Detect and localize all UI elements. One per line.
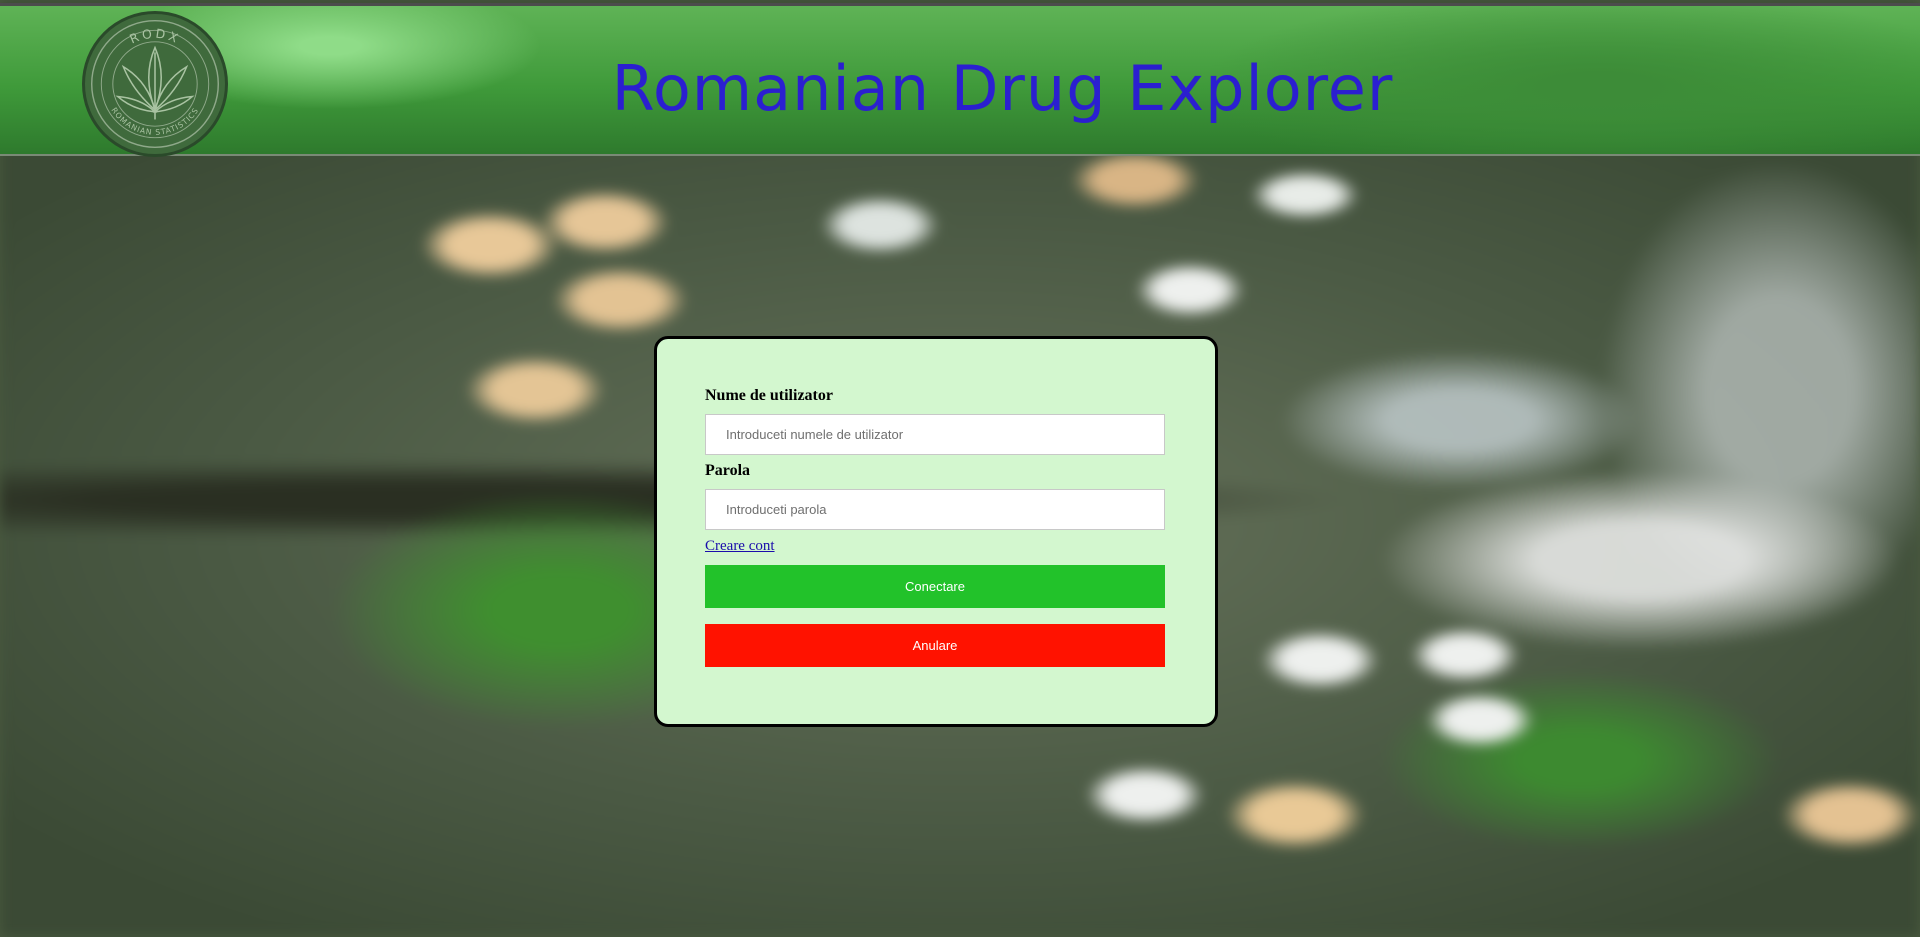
page-title: Romanian Drug Explorer bbox=[611, 52, 1394, 125]
connect-button[interactable]: Conectare bbox=[705, 565, 1165, 608]
login-card: Nume de utilizator Parola Creare cont Co… bbox=[654, 336, 1218, 727]
page-header: RODX ROMANIAN STATISTICS Romanian Drug E… bbox=[0, 3, 1920, 157]
svg-text:RODX: RODX bbox=[127, 26, 183, 47]
password-input[interactable] bbox=[705, 489, 1165, 530]
password-label: Parola bbox=[705, 462, 751, 479]
username-input[interactable] bbox=[705, 414, 1165, 455]
create-account-link[interactable]: Creare cont bbox=[705, 538, 775, 555]
logo-top-text: RODX bbox=[127, 26, 180, 47]
username-label: Nume de utilizator bbox=[705, 387, 833, 404]
cancel-button[interactable]: Anulare bbox=[705, 624, 1165, 667]
